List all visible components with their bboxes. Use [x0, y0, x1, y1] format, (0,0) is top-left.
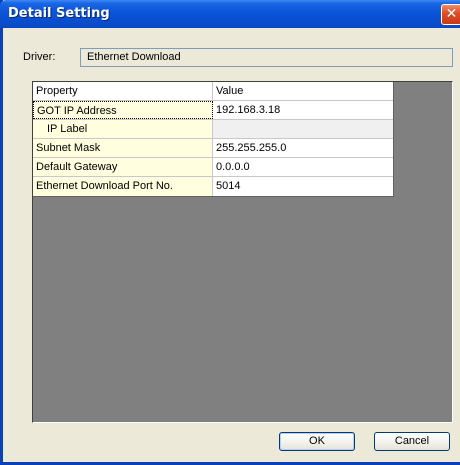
property-name[interactable]: IP Label	[33, 120, 213, 138]
driver-field: Ethernet Download	[80, 48, 453, 67]
property-table: Property Value GOT IP Address 192.168.3.…	[33, 82, 394, 197]
table-row-default-gateway[interactable]: Default Gateway 0.0.0.0	[33, 158, 393, 177]
property-value[interactable]: 5014	[213, 177, 393, 196]
property-value[interactable]: 0.0.0.0	[213, 158, 393, 176]
property-value[interactable]: 255.255.255.0	[213, 139, 393, 157]
property-name[interactable]: Ethernet Download Port No.	[33, 177, 213, 196]
table-row-subnet-mask[interactable]: Subnet Mask 255.255.255.0	[33, 139, 393, 158]
close-icon[interactable]: ✕	[441, 4, 460, 25]
value-column-header: Value	[213, 82, 393, 100]
property-name[interactable]: Subnet Mask	[33, 139, 213, 157]
table-row-ip-label[interactable]: IP Label	[33, 120, 393, 139]
cancel-button[interactable]: Cancel	[374, 432, 450, 451]
driver-label: Driver:	[23, 51, 56, 63]
property-grid: Property Value GOT IP Address 192.168.3.…	[32, 81, 453, 423]
table-row-got-ip-address[interactable]: GOT IP Address 192.168.3.18	[33, 101, 393, 120]
property-value[interactable]	[213, 120, 393, 138]
property-name[interactable]: Default Gateway	[33, 158, 213, 176]
detail-setting-dialog: Detail Setting ✕ Driver: Ethernet Downlo…	[0, 0, 460, 465]
title-bar[interactable]: Detail Setting ✕	[0, 0, 460, 28]
table-row-port-no[interactable]: Ethernet Download Port No. 5014	[33, 177, 393, 196]
table-header: Property Value	[33, 82, 393, 101]
dialog-title: Detail Setting	[8, 6, 110, 21]
ok-button[interactable]: OK	[279, 432, 355, 451]
property-column-header: Property	[33, 82, 213, 100]
property-value[interactable]: 192.168.3.18	[213, 101, 393, 119]
property-name[interactable]: GOT IP Address	[33, 101, 213, 119]
